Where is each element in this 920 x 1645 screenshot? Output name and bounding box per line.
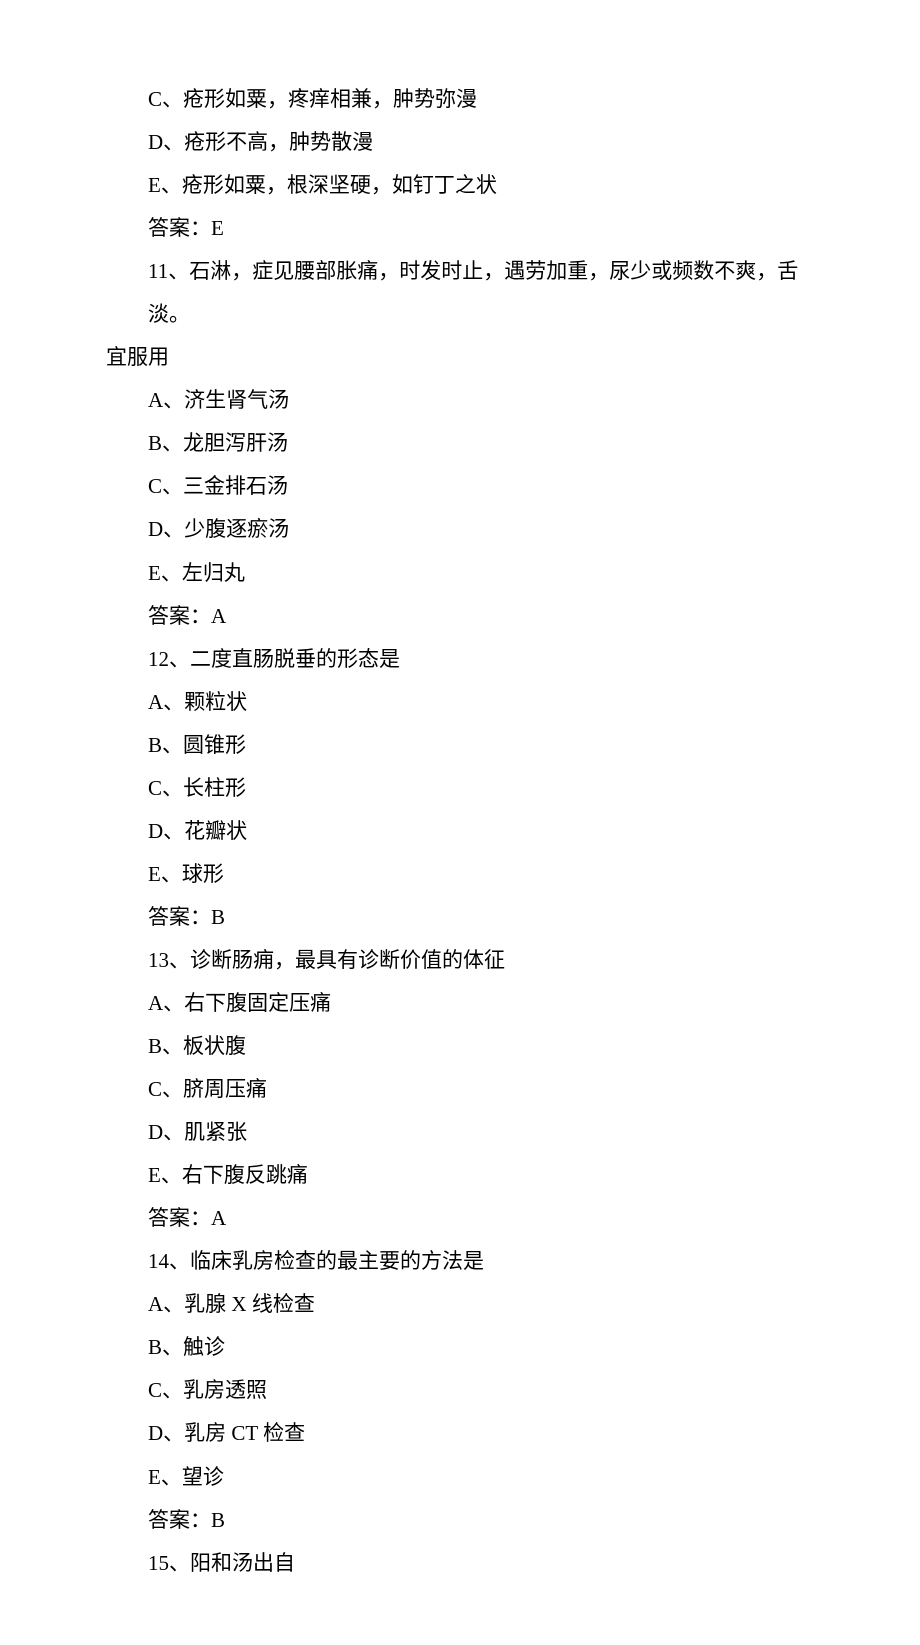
text-line: A、乳腺 X 线检查 [106,1283,814,1326]
text-line: B、板状腹 [106,1025,814,1068]
text-line: D、疮形不高，肿势散漫 [106,121,814,164]
text-line: E、右下腹反跳痛 [106,1154,814,1197]
text-line: C、脐周压痛 [106,1068,814,1111]
text-line: E、球形 [106,853,814,896]
text-line: D、肌紧张 [106,1111,814,1154]
text-line: 15、阳和汤出自 [106,1542,814,1585]
text-line: 13、诊断肠痈，最具有诊断价值的体征 [106,939,814,982]
text-line: C、三金排石汤 [106,465,814,508]
text-line: 答案：B [106,1499,814,1542]
text-line: D、花瓣状 [106,810,814,853]
text-line: 11、石淋，症见腰部胀痛，时发时止，遇劳加重，尿少或频数不爽，舌淡。 [106,250,814,336]
text-line: B、圆锥形 [106,724,814,767]
text-line: B、龙胆泻肝汤 [106,422,814,465]
text-line: A、颗粒状 [106,681,814,724]
text-line: B、触诊 [106,1326,814,1369]
text-line: 14、临床乳房检查的最主要的方法是 [106,1240,814,1283]
document-page: C、疮形如粟，疼痒相兼，肿势弥漫D、疮形不高，肿势散漫E、疮形如粟，根深坚硬，如… [0,0,920,1645]
text-line: C、疮形如粟，疼痒相兼，肿势弥漫 [106,78,814,121]
text-line: E、望诊 [106,1456,814,1499]
text-line: D、少腹逐瘀汤 [106,508,814,551]
text-line: C、长柱形 [106,767,814,810]
text-line: A、济生肾气汤 [106,379,814,422]
text-line: 答案：A [106,1197,814,1240]
text-line: D、乳房 CT 检查 [106,1412,814,1455]
text-line: 答案：B [106,896,814,939]
text-line: 宜服用 [106,336,814,379]
text-line: 12、二度直肠脱垂的形态是 [106,638,814,681]
text-line: E、疮形如粟，根深坚硬，如钉丁之状 [106,164,814,207]
text-line: A、右下腹固定压痛 [106,982,814,1025]
text-line: 答案：E [106,207,814,250]
text-line: C、乳房透照 [106,1369,814,1412]
text-line: 答案：A [106,595,814,638]
text-line: E、左归丸 [106,552,814,595]
